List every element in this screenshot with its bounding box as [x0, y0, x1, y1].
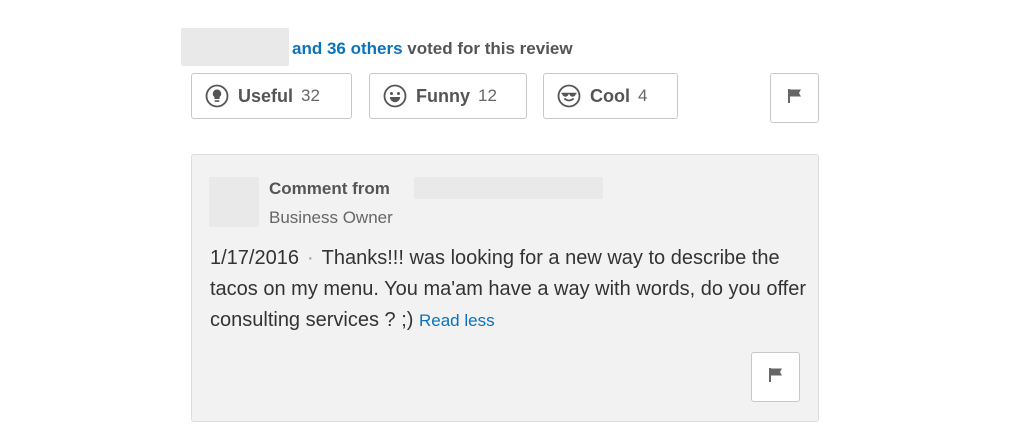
date-separator: · — [306, 247, 314, 269]
comment-date: 1/17/2016 — [210, 247, 299, 269]
flag-icon — [767, 366, 785, 389]
funny-button[interactable]: Funny 12 — [369, 73, 527, 119]
owner-avatar — [209, 177, 259, 227]
comment-body: 1/17/2016 · Thanks!!! was looking for a ne… — [210, 243, 810, 336]
funny-label: Funny — [416, 85, 470, 106]
redacted-owner-name — [414, 177, 603, 199]
smiley-icon — [383, 84, 407, 108]
cool-label: Cool — [590, 85, 630, 106]
useful-label: Useful — [238, 85, 294, 106]
report-review-button[interactable] — [770, 73, 819, 123]
commenter-role: Business Owner — [269, 208, 393, 227]
lightbulb-icon — [205, 84, 229, 108]
others-voted-link[interactable]: and 36 others — [292, 39, 403, 58]
flag-icon — [786, 87, 804, 110]
read-less-link[interactable]: Read less — [419, 311, 495, 330]
useful-button[interactable]: Useful 32 — [191, 73, 352, 119]
redacted-username — [181, 28, 289, 66]
useful-count: 32 — [301, 86, 320, 105]
funny-count: 12 — [478, 86, 497, 105]
comment-heading: Comment from — [269, 179, 390, 198]
report-comment-button[interactable] — [751, 352, 800, 402]
comment-text: Thanks!!! was looking for a new way to d… — [210, 247, 806, 331]
cool-count: 4 — [638, 86, 648, 105]
cool-button[interactable]: Cool 4 — [543, 73, 678, 119]
vote-summary: and 36 others voted for this review — [292, 39, 573, 59]
sunglasses-icon — [557, 84, 581, 108]
vote-summary-text: voted for this review — [407, 39, 573, 58]
